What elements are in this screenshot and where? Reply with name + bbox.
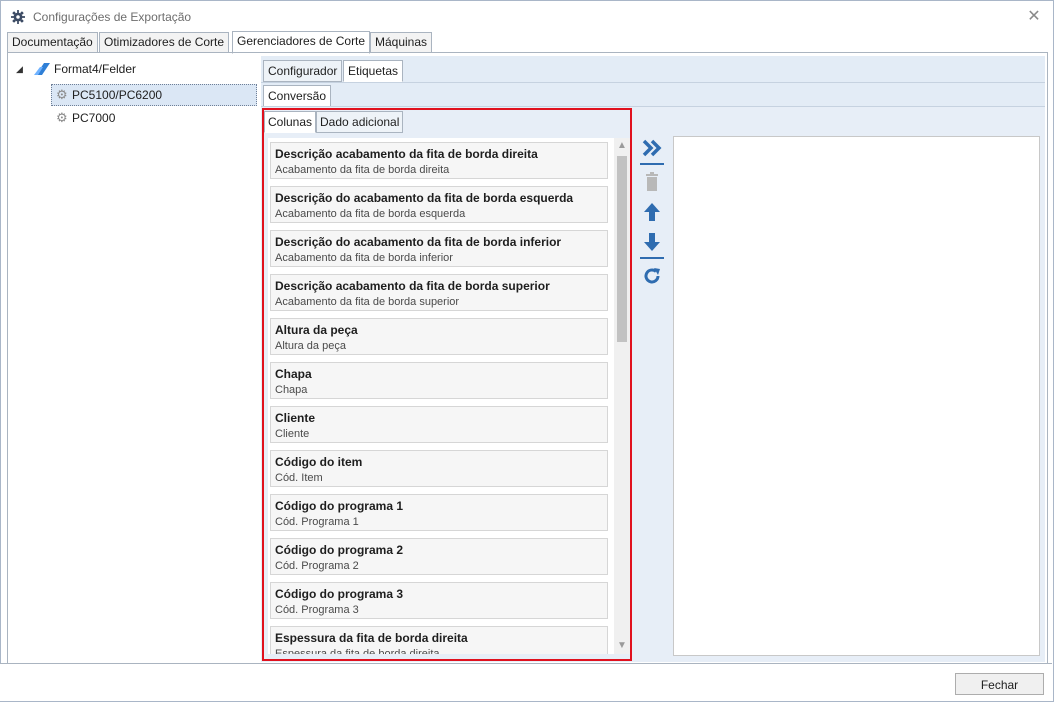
tree-item-label: PC5100/PC6200 — [72, 88, 163, 102]
window-title: Configurações de Exportação — [33, 10, 192, 24]
tree-expander-icon[interactable]: ◢ — [16, 59, 23, 79]
column-tools — [640, 136, 666, 296]
add-all-button[interactable] — [640, 136, 664, 160]
title-bar: Configurações de Exportação ✕ — [1, 1, 1053, 33]
tab-gerenciadores-de-corte[interactable]: Gerenciadores de Corte — [232, 31, 371, 54]
highlight-box — [262, 108, 632, 661]
close-button[interactable]: Fechar — [955, 673, 1044, 695]
footer-bar — [0, 663, 1052, 701]
brand-logo-icon — [34, 63, 50, 75]
refresh-icon — [644, 268, 660, 284]
gear-icon: ⚙ — [56, 110, 68, 125]
tree-item-label: PC7000 — [72, 111, 116, 125]
selected-columns-list[interactable] — [673, 136, 1040, 656]
tab-otimizadores-de-corte[interactable]: Otimizadores de Corte — [99, 32, 230, 53]
tab-conversao[interactable]: Conversão — [263, 85, 332, 107]
trash-icon — [646, 172, 658, 191]
tab-etiquetas[interactable]: Etiquetas — [343, 60, 404, 82]
tab-configurador[interactable]: Configurador — [263, 60, 343, 82]
gear-icon: ⚙ — [56, 87, 68, 102]
close-icon: ✕ — [1027, 8, 1041, 25]
conversion-tabs: Conversão — [261, 82, 1045, 107]
tab-maquinas[interactable]: Máquinas — [370, 32, 433, 53]
close-window-button[interactable]: ✕ — [1025, 8, 1043, 26]
sub-tabs: Configurador Etiquetas — [261, 56, 1045, 82]
reset-button[interactable] — [640, 264, 664, 288]
move-down-button[interactable] — [640, 230, 664, 254]
arrow-down-icon — [644, 233, 660, 251]
arrow-up-icon — [644, 203, 660, 221]
double-chevron-right-icon — [642, 139, 662, 157]
delete-button[interactable] — [640, 170, 664, 194]
separator — [640, 163, 664, 165]
tab-documentacao[interactable]: Documentação — [7, 32, 98, 53]
tree-item-root-label: Format4/Felder — [54, 62, 137, 76]
move-up-button[interactable] — [640, 200, 664, 224]
tree-item-pc5100-pc6200[interactable]: ⚙ PC5100/PC6200 — [51, 84, 257, 106]
separator — [640, 257, 664, 259]
gear-icon — [11, 10, 25, 24]
